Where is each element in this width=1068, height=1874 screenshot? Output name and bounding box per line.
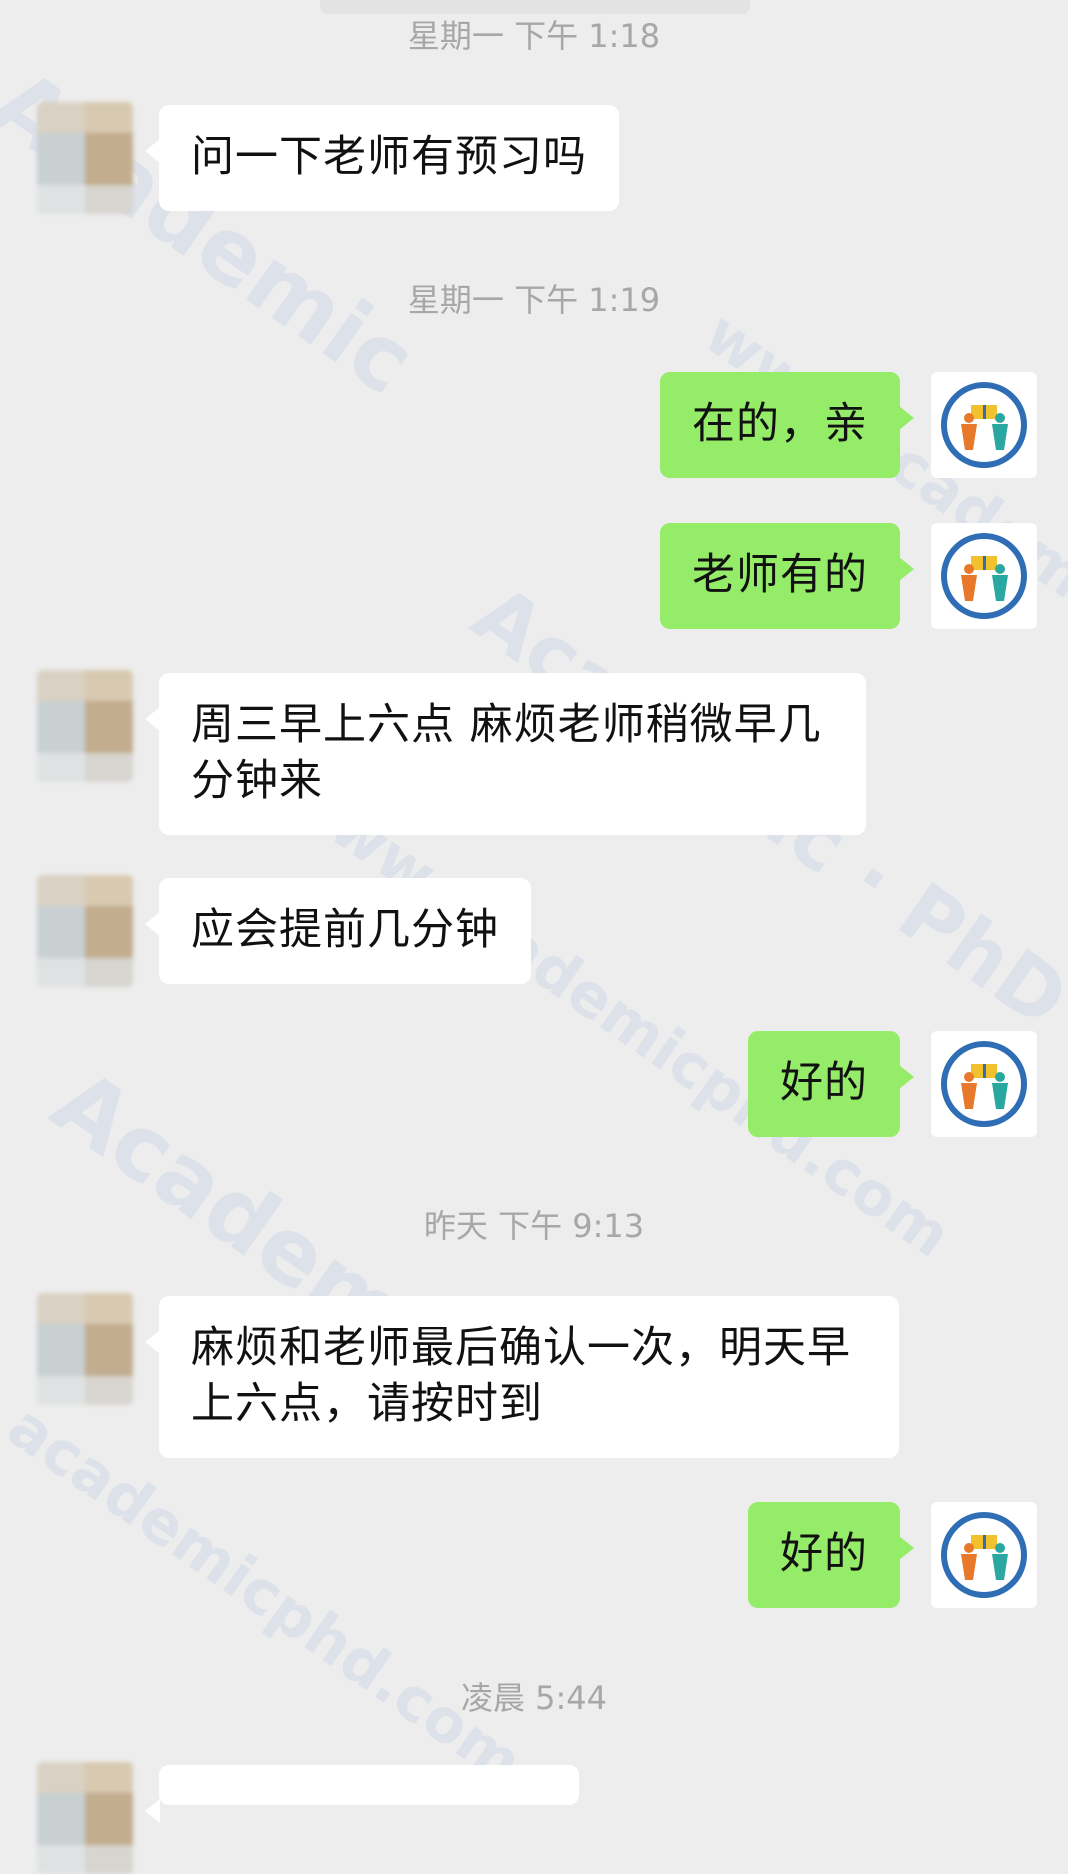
watermark-text: www.academicphd.com [271,758,964,1272]
message-text-line: 分钟来 [191,756,323,806]
message-text: 在的，亲 [692,399,868,449]
message-bubble-incoming[interactable]: 问一下老师有预习吗 [145,105,619,211]
timestamp: 星期一 下午 1:19 [407,281,661,319]
academic-logo-icon[interactable] [931,1031,1037,1137]
contact-avatar[interactable] [37,102,133,214]
status-strip [320,0,750,14]
message-bubble-outgoing[interactable]: 好的 [748,1502,914,1608]
message-bubble-incoming[interactable]: 麻烦和老师最后确认一次，明天早 上六点，请按时到 [145,1296,899,1458]
timestamp: 昨天 下午 9:13 [423,1207,645,1245]
message-bubble-outgoing[interactable]: 好的 [748,1031,914,1137]
message-bubble-incoming[interactable]: 周三早上六点 麻烦老师稍微早几 分钟来 [145,673,866,835]
timestamp: 凌晨 5:44 [460,1679,608,1717]
contact-avatar[interactable] [37,670,133,782]
message-text: 好的 [780,1058,868,1108]
message-text: 问一下老师有预习吗 [191,132,587,182]
academic-logo-icon[interactable] [931,523,1037,629]
message-bubble-incoming[interactable]: 应会提前几分钟 [145,878,531,984]
message-text: 老师有的 [692,550,868,600]
contact-avatar[interactable] [37,875,133,987]
message-text: 应会提前几分钟 [191,905,499,955]
contact-avatar[interactable] [37,1293,133,1405]
message-text: 好的 [780,1529,868,1579]
chat-view: Academic Academic www.academicphd.com ww… [0,0,1068,1874]
message-text-line: 麻烦和老师最后确认一次，明天早 [191,1323,851,1373]
academic-logo-icon[interactable] [931,372,1037,478]
message-text-line: 周三早上六点 麻烦老师稍微早几 [191,700,822,750]
message-text-line: 上六点，请按时到 [191,1379,543,1429]
academic-logo-icon[interactable] [931,1502,1037,1608]
message-bubble-outgoing[interactable]: 老师有的 [660,523,914,629]
timestamp: 星期一 下午 1:18 [407,17,661,55]
contact-avatar[interactable] [37,1762,133,1874]
message-bubble-incoming[interactable] [145,1765,579,1823]
message-bubble-outgoing[interactable]: 在的，亲 [660,372,914,478]
